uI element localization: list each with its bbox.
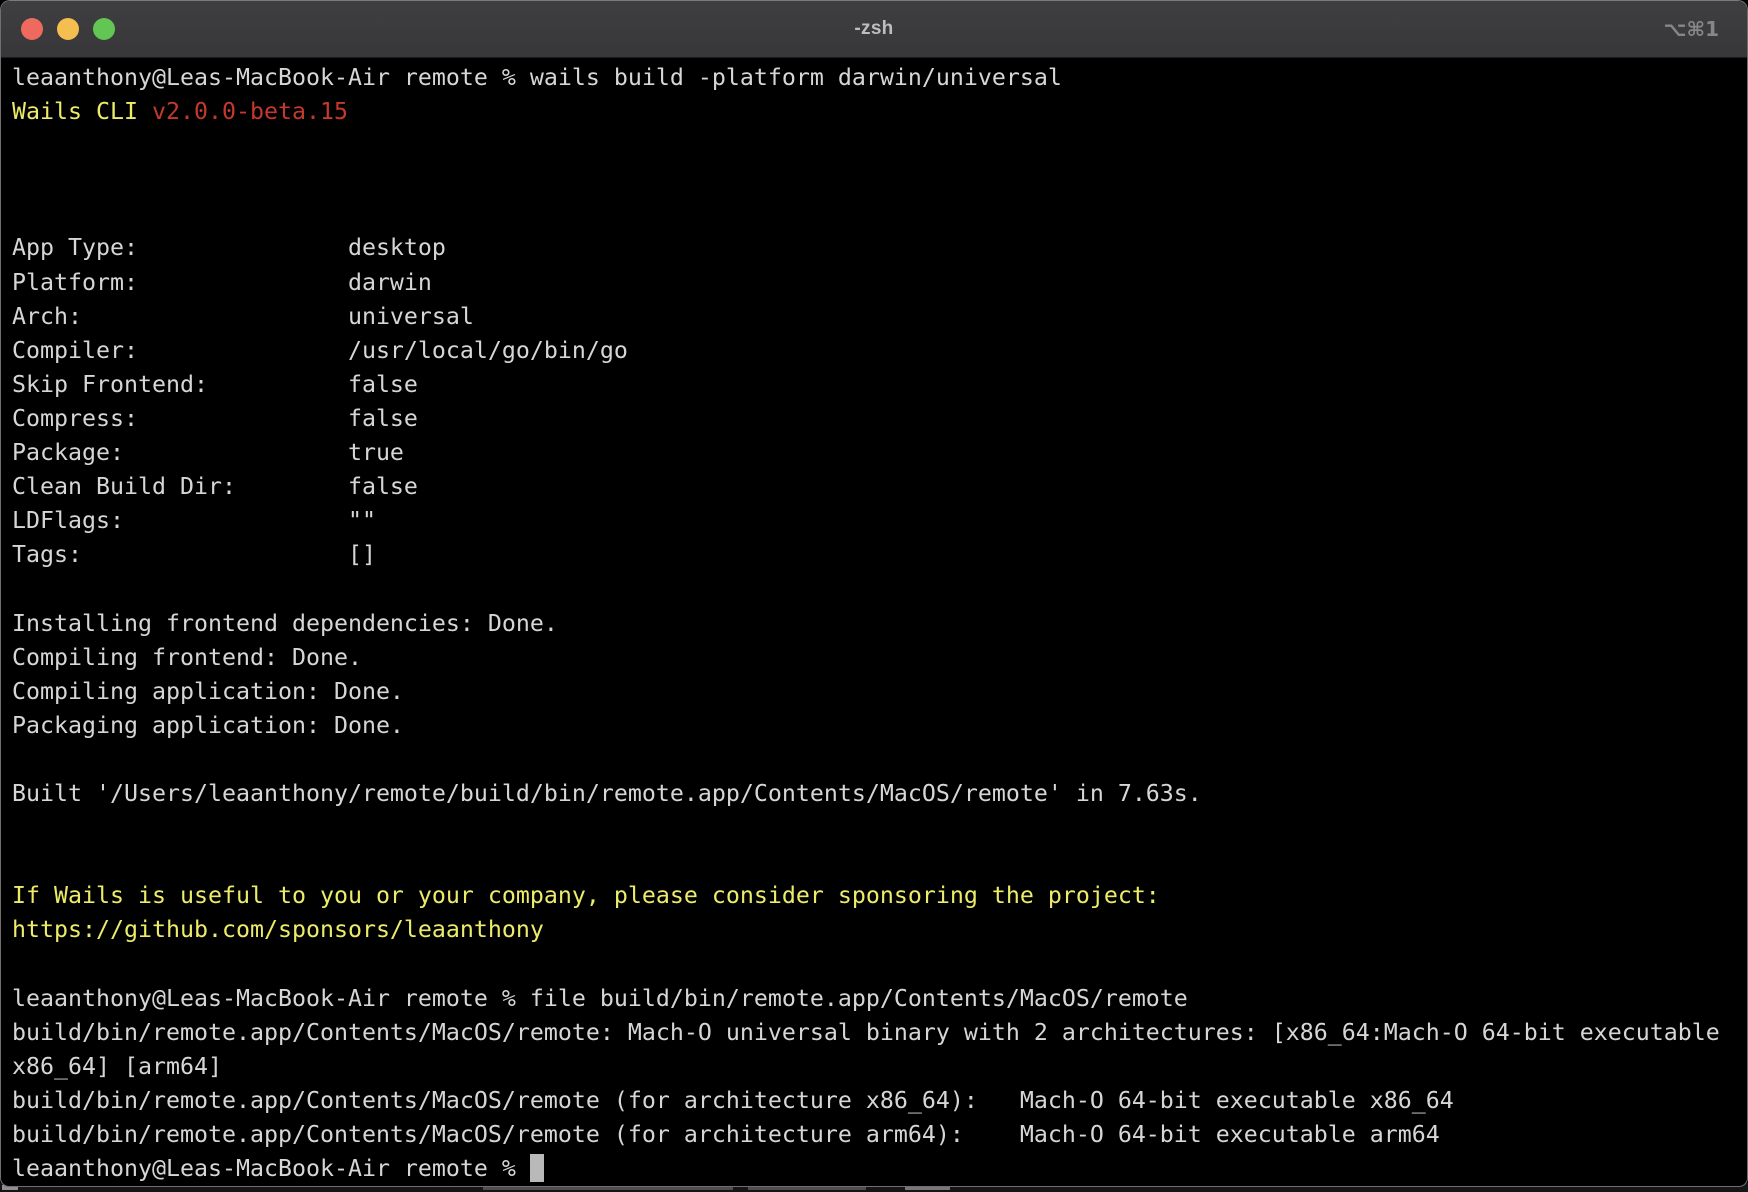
terminal-text-segment: If Wails is useful to you or your compan… xyxy=(12,882,1160,909)
terminal-text-segment: x86_64] [arm64] xyxy=(12,1053,222,1080)
terminal-line xyxy=(12,845,1747,879)
terminal-text-segment: LDFlags: "" xyxy=(12,507,376,534)
titlebar[interactable]: -zsh ⌥⌘1 xyxy=(1,1,1747,58)
terminal-text-segment: leaanthony@Leas-MacBook-Air remote % fil… xyxy=(12,985,1188,1012)
terminal-line xyxy=(12,743,1747,777)
terminal-line xyxy=(12,572,1747,606)
terminal-text-segment: build/bin/remote.app/Contents/MacOS/remo… xyxy=(12,1019,1720,1046)
terminal-line: LDFlags: "" xyxy=(12,504,1747,538)
terminal-line xyxy=(12,197,1747,231)
desktop: -zsh ⌥⌘1 leaanthony@Leas-MacBook-Air rem… xyxy=(0,0,1748,1192)
terminal-text-segment: Built '/Users/leaanthony/remote/build/bi… xyxy=(12,780,1202,807)
terminal-text-segment: Wails CLI xyxy=(12,98,152,125)
terminal-text-segment: Compiler: /usr/local/go/bin/go xyxy=(12,337,628,364)
terminal-line: x86_64] [arm64] xyxy=(12,1050,1747,1084)
terminal-text-segment: https://github.com/sponsors/leaanthony xyxy=(12,916,544,943)
terminal-cursor xyxy=(530,1154,544,1182)
terminal-line: Compress: false xyxy=(12,402,1747,436)
terminal-text-segment: build/bin/remote.app/Contents/MacOS/remo… xyxy=(12,1121,1440,1148)
terminal-text-segment: Compiling frontend: Done. xyxy=(12,644,362,671)
terminal-line: Tags: [] xyxy=(12,538,1747,572)
terminal-line xyxy=(12,947,1747,981)
minimize-button[interactable] xyxy=(57,18,79,40)
terminal-line: https://github.com/sponsors/leaanthony xyxy=(12,913,1747,947)
terminal-line: build/bin/remote.app/Contents/MacOS/remo… xyxy=(12,1084,1747,1118)
terminal-line: App Type: desktop xyxy=(12,231,1747,265)
terminal-text-segment: Compress: false xyxy=(12,405,418,432)
terminal-text-segment: Package: true xyxy=(12,439,404,466)
terminal-line: Package: true xyxy=(12,436,1747,470)
terminal-text-segment: v2.0.0-beta.15 xyxy=(152,98,348,125)
terminal-text-segment: Packaging application: Done. xyxy=(12,712,404,739)
terminal-text-segment: Arch: universal xyxy=(12,303,474,330)
terminal-line xyxy=(12,163,1747,197)
terminal-line: leaanthony@Leas-MacBook-Air remote % xyxy=(12,1152,1747,1186)
terminal-line: If Wails is useful to you or your compan… xyxy=(12,879,1747,913)
terminal-line: Installing frontend dependencies: Done. xyxy=(12,607,1747,641)
terminal-text-segment: leaanthony@Leas-MacBook-Air remote % xyxy=(12,1155,530,1182)
terminal-text-segment: App Type: desktop xyxy=(12,234,446,261)
terminal-line: Arch: universal xyxy=(12,300,1747,334)
terminal-text-segment: build/bin/remote.app/Contents/MacOS/remo… xyxy=(12,1087,1454,1114)
terminal-line: Platform: darwin xyxy=(12,266,1747,300)
terminal-line: Wails CLI v2.0.0-beta.15 xyxy=(12,95,1747,129)
terminal-line: Compiler: /usr/local/go/bin/go xyxy=(12,334,1747,368)
terminal-text-segment: Platform: darwin xyxy=(12,269,432,296)
tab-shortcut-hint: ⌥⌘1 xyxy=(1663,1,1719,57)
terminal-line xyxy=(12,129,1747,163)
terminal-line: build/bin/remote.app/Contents/MacOS/remo… xyxy=(12,1016,1747,1050)
terminal-line: Built '/Users/leaanthony/remote/build/bi… xyxy=(12,777,1747,811)
terminal-line: Compiling application: Done. xyxy=(12,675,1747,709)
terminal-line xyxy=(12,811,1747,845)
terminal-line: build/bin/remote.app/Contents/MacOS/remo… xyxy=(12,1118,1747,1152)
terminal-text-segment: Compiling application: Done. xyxy=(12,678,404,705)
terminal-line: Clean Build Dir: false xyxy=(12,470,1747,504)
terminal-text-segment: leaanthony@Leas-MacBook-Air remote % wai… xyxy=(12,64,1062,91)
terminal-line: Compiling frontend: Done. xyxy=(12,641,1747,675)
terminal-line: Packaging application: Done. xyxy=(12,709,1747,743)
traffic-lights xyxy=(21,1,115,57)
terminal-text-segment: Clean Build Dir: false xyxy=(12,473,418,500)
terminal-line: Skip Frontend: false xyxy=(12,368,1747,402)
terminal-text-segment: Tags: [] xyxy=(12,541,376,568)
terminal-text-segment: Skip Frontend: false xyxy=(12,371,418,398)
zoom-button[interactable] xyxy=(93,18,115,40)
terminal-text-segment: Installing frontend dependencies: Done. xyxy=(12,610,558,637)
window-title: -zsh xyxy=(1,18,1747,40)
terminal-line: leaanthony@Leas-MacBook-Air remote % wai… xyxy=(12,61,1747,95)
close-button[interactable] xyxy=(21,18,43,40)
terminal-line: leaanthony@Leas-MacBook-Air remote % fil… xyxy=(12,982,1747,1016)
terminal-output[interactable]: leaanthony@Leas-MacBook-Air remote % wai… xyxy=(1,58,1747,1186)
terminal-window: -zsh ⌥⌘1 leaanthony@Leas-MacBook-Air rem… xyxy=(0,0,1748,1187)
